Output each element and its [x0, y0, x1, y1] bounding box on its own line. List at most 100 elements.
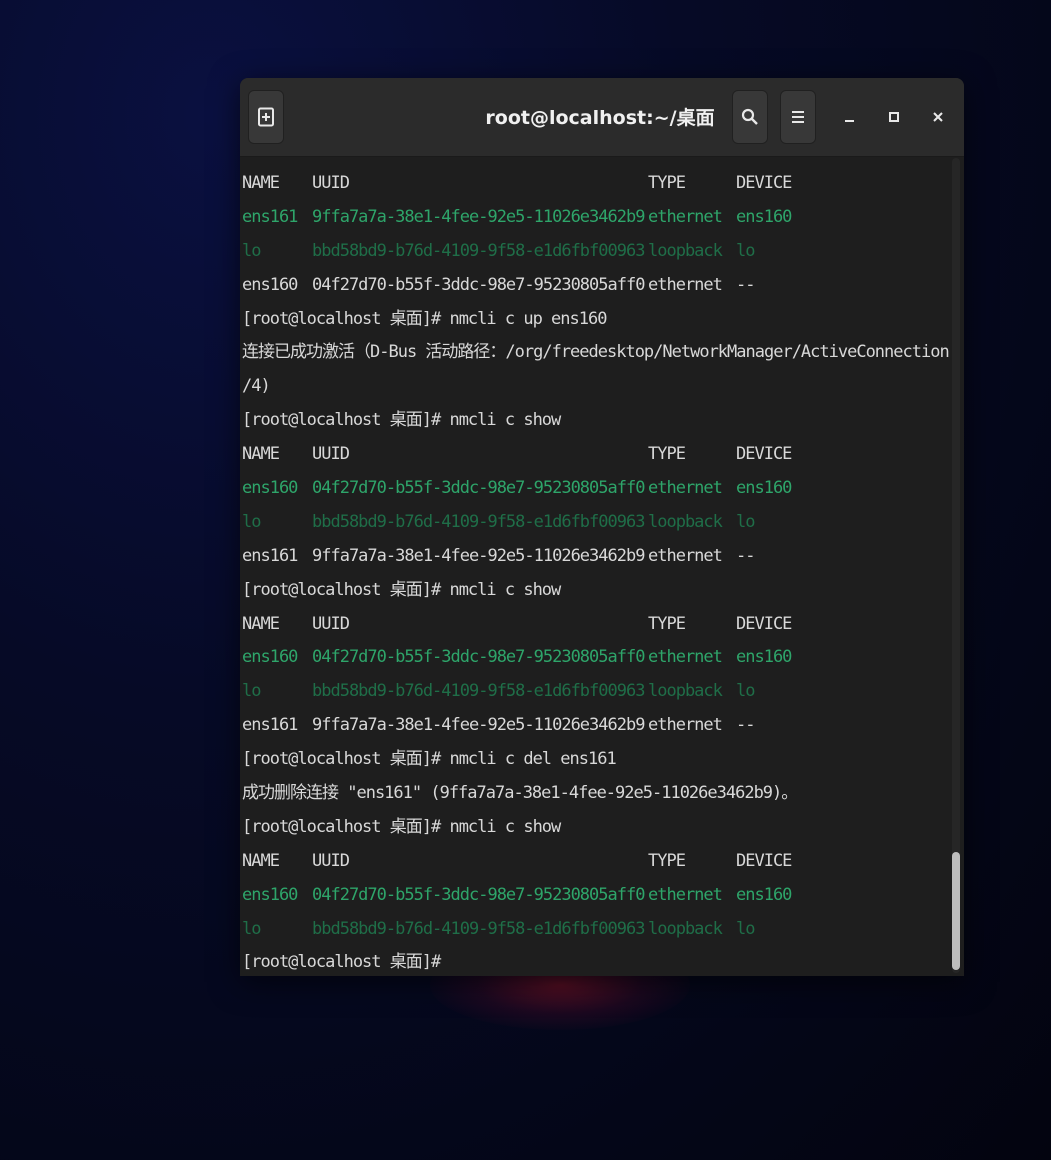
connection-table-row: ens160 04f27d70-b55f-3ddc-98e7-95230805af… — [242, 879, 950, 913]
cell-type: TYPE — [648, 173, 686, 193]
cell-uuid: bbd58bd9-b76d-4109-9f58-e1d6fbf00963 — [312, 918, 645, 939]
cell-type: TYPE — [648, 613, 686, 634]
connection-table-row: lo bbd58bd9-b76d-4109-9f58-e1d6fbf00963 lo… — [242, 913, 950, 947]
cell-device: lo — [736, 918, 756, 939]
cell-type: loopback — [648, 681, 723, 702]
connection-table-row: lo bbd58bd9-b76d-4109-9f58-e1d6fbf00963 lo… — [242, 235, 950, 269]
hamburger-menu-icon — [792, 111, 804, 123]
cell-type: loopback — [648, 918, 723, 939]
scrollbar-track[interactable] — [952, 158, 960, 973]
cell-device: ens160 — [736, 884, 792, 905]
cell-device: ens160 — [736, 478, 792, 499]
connection-table-row: lo bbd58bd9-b76d-4109-9f58-e1d6fbf00963 lo… — [242, 675, 950, 709]
cell-name: NAME — [242, 613, 280, 634]
new-tab-button[interactable] — [248, 90, 284, 144]
output-line: 连接已成功激活（D-Bus 活动路径：/org/freedesktop/Netw… — [242, 342, 950, 363]
cell-name: lo — [242, 918, 261, 939]
cell-device: DEVICE — [736, 850, 792, 871]
cell-uuid: 9ffa7a7a-38e1-4fee-92e5-11026e3462b9 — [312, 206, 645, 227]
search-icon — [741, 108, 758, 125]
connection-table-row: ens160 04f27d70-b55f-3ddc-98e7-95230805af… — [242, 641, 950, 675]
cell-device: lo — [736, 240, 756, 261]
cell-uuid: bbd58bd9-b76d-4109-9f58-e1d6fbf00963 — [312, 511, 645, 532]
cell-name: ens161 — [242, 715, 298, 736]
terminal-output[interactable]: NAME UUID TYPE DEVICE ens161 9ffa7a7a-38e1-4f… — [240, 157, 950, 976]
cell-type: ethernet — [648, 478, 723, 499]
cell-type: ethernet — [648, 647, 723, 668]
cell-type: loopback — [648, 240, 723, 261]
cell-type: ethernet — [648, 884, 723, 905]
shell-prompt-line: [root@localhost 桌面]# — [242, 952, 450, 973]
close-button[interactable] — [922, 98, 954, 136]
connection-table-row: ens161 9ffa7a7a-38e1-4fee-92e5-11026e3462… — [242, 709, 950, 743]
connection-table-row: NAME UUID TYPE DEVICE — [242, 167, 950, 201]
cell-device: ens160 — [736, 206, 792, 227]
cell-uuid: UUID — [312, 850, 350, 871]
maximize-icon — [889, 112, 899, 122]
minimize-icon — [845, 120, 854, 122]
cell-name: NAME — [242, 444, 280, 465]
cell-uuid: UUID — [312, 613, 350, 634]
connection-table-row: lo bbd58bd9-b76d-4109-9f58-e1d6fbf00963 lo… — [242, 506, 950, 540]
new-tab-icon — [258, 107, 274, 127]
minimize-button[interactable] — [834, 98, 866, 136]
cell-device: DEVICE — [736, 173, 792, 193]
cell-name: ens160 — [242, 647, 298, 668]
output-line: 成功删除连接 "ens161" (9ffa7a7a-38e1-4fee-92e5… — [242, 783, 798, 804]
cell-name: lo — [242, 511, 261, 532]
cell-uuid: UUID — [312, 173, 350, 193]
cell-device: -- — [736, 274, 756, 295]
cell-device: lo — [736, 681, 756, 702]
cell-type: ethernet — [648, 206, 723, 227]
cell-name: lo — [242, 681, 261, 702]
cell-uuid: 04f27d70-b55f-3ddc-98e7-95230805aff0 — [312, 274, 645, 295]
cell-device: -- — [736, 545, 756, 566]
cell-device: lo — [736, 511, 756, 532]
connection-table-row: NAME UUID TYPE DEVICE — [242, 608, 950, 642]
shell-prompt-line: [root@localhost 桌面]# nmcli c del ens161 — [242, 749, 617, 770]
cell-type: TYPE — [648, 444, 686, 465]
connection-table-row: ens161 9ffa7a7a-38e1-4fee-92e5-11026e3462… — [242, 540, 950, 574]
cell-uuid: 9ffa7a7a-38e1-4fee-92e5-11026e3462b9 — [312, 545, 645, 566]
connection-table-row: ens160 04f27d70-b55f-3ddc-98e7-95230805af… — [242, 269, 950, 303]
connection-table-row: NAME UUID TYPE DEVICE — [242, 438, 950, 472]
output-line: /4) — [242, 376, 271, 397]
shell-prompt-line: [root@localhost 桌面]# nmcli c show — [242, 410, 561, 431]
cell-name: NAME — [242, 850, 280, 871]
cell-type: ethernet — [648, 545, 723, 566]
cell-type: ethernet — [648, 274, 723, 295]
cell-name: ens160 — [242, 274, 298, 295]
cell-type: TYPE — [648, 850, 686, 871]
cell-device: DEVICE — [736, 613, 792, 634]
cell-name: ens160 — [242, 478, 298, 499]
shell-prompt-line: [root@localhost 桌面]# nmcli c up ens160 — [242, 308, 607, 329]
cell-uuid: 04f27d70-b55f-3ddc-98e7-95230805aff0 — [312, 884, 645, 905]
cell-name: ens161 — [242, 545, 298, 566]
connection-table-row: ens161 9ffa7a7a-38e1-4fee-92e5-11026e3462… — [242, 201, 950, 235]
cell-name: lo — [242, 240, 261, 261]
cell-uuid: 9ffa7a7a-38e1-4fee-92e5-11026e3462b9 — [312, 715, 645, 736]
titlebar: root@localhost:~/桌面 — [240, 78, 964, 157]
cell-type: loopback — [648, 511, 723, 532]
maximize-button[interactable] — [878, 98, 910, 136]
close-icon — [933, 112, 943, 122]
cell-device: -- — [736, 715, 756, 736]
cell-device: DEVICE — [736, 444, 792, 465]
cell-uuid: 04f27d70-b55f-3ddc-98e7-95230805aff0 — [312, 647, 645, 668]
terminal-window: root@localhost:~/桌面 NAME UUID TYPE DEVIC… — [240, 78, 964, 976]
cell-device: ens160 — [736, 647, 792, 668]
cell-uuid: UUID — [312, 444, 350, 465]
search-button[interactable] — [732, 90, 768, 144]
shell-prompt-line: [root@localhost 桌面]# nmcli c show — [242, 816, 561, 837]
cell-name: NAME — [242, 173, 280, 193]
connection-table-row: NAME UUID TYPE DEVICE — [242, 845, 950, 879]
shell-prompt-line: [root@localhost 桌面]# nmcli c show — [242, 579, 561, 600]
cell-type: ethernet — [648, 715, 723, 736]
connection-table-row: ens160 04f27d70-b55f-3ddc-98e7-95230805af… — [242, 472, 950, 506]
cell-uuid: bbd58bd9-b76d-4109-9f58-e1d6fbf00963 — [312, 240, 645, 261]
cell-uuid: bbd58bd9-b76d-4109-9f58-e1d6fbf00963 — [312, 681, 645, 702]
cell-uuid: 04f27d70-b55f-3ddc-98e7-95230805aff0 — [312, 478, 645, 499]
menu-button[interactable] — [780, 90, 816, 144]
scrollbar-thumb[interactable] — [952, 852, 960, 970]
cell-name: ens161 — [242, 206, 298, 227]
